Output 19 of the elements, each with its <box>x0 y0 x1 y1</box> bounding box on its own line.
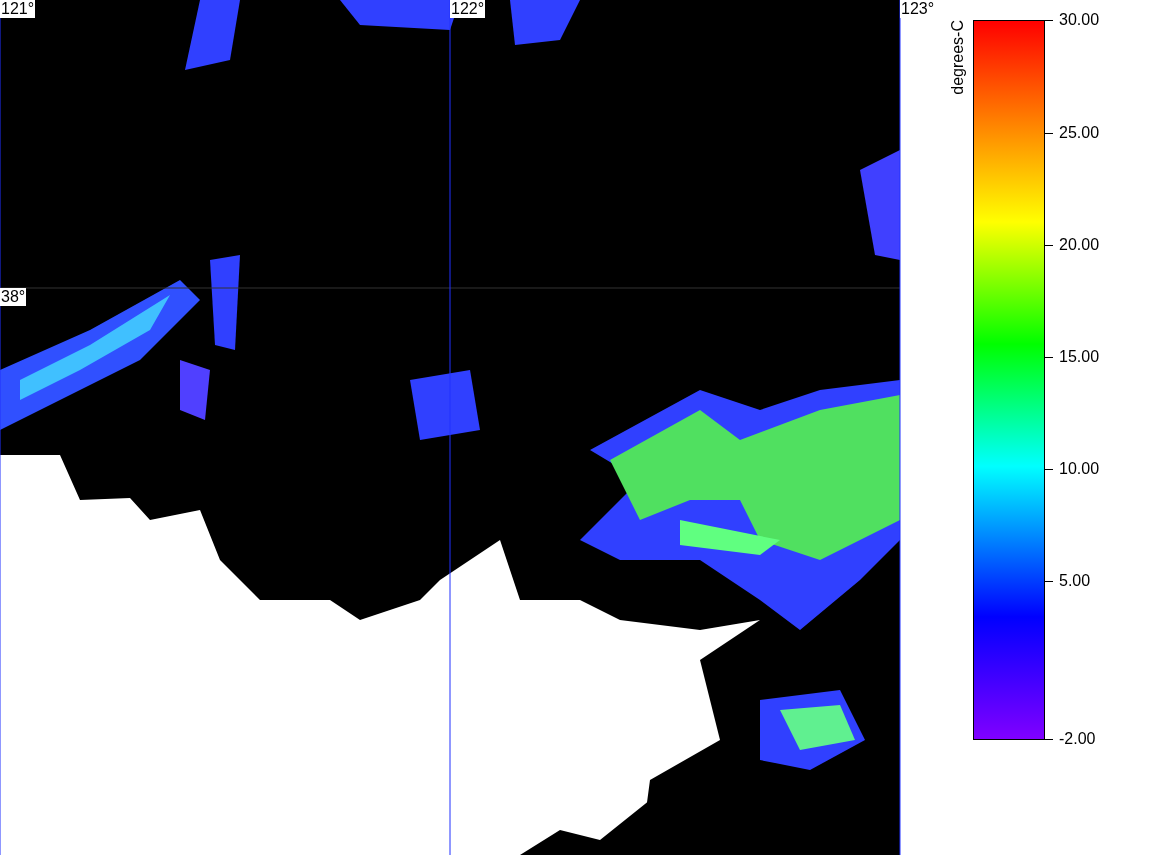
tick-label: 20.00 <box>1059 236 1100 254</box>
longitude-label: 122° <box>450 0 486 18</box>
tick-label: 25.00 <box>1059 124 1100 142</box>
tick-label: 30.00 <box>1059 11 1100 29</box>
tick-mark <box>1045 244 1053 246</box>
unit-label: degrees-C <box>949 20 967 95</box>
longitude-label: 121° <box>0 0 36 18</box>
tick-mark <box>1045 132 1053 134</box>
tick-label: -2.00 <box>1059 730 1096 748</box>
longitude-label: 123° <box>900 0 936 18</box>
tick-label: 10.00 <box>1059 460 1100 478</box>
tick-mark <box>1045 738 1053 740</box>
tick-label: 15.00 <box>1059 348 1100 366</box>
tick-mark <box>1045 468 1053 470</box>
latitude-label: 38° <box>0 288 27 306</box>
tick-mark <box>1045 580 1053 582</box>
tick-mark <box>1045 356 1053 358</box>
tick-mark <box>1045 19 1053 21</box>
tick-label: 5.00 <box>1059 572 1091 590</box>
